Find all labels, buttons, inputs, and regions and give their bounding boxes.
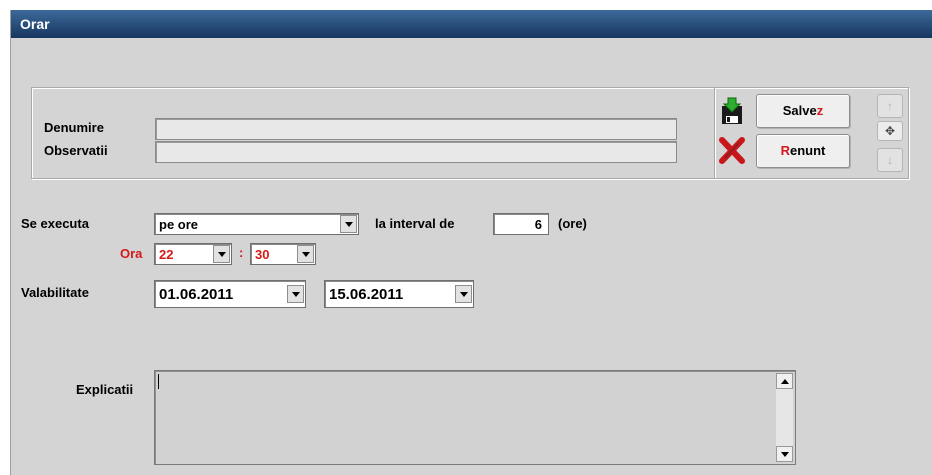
- hour-select[interactable]: 22: [154, 243, 232, 265]
- se-executa-value: pe ore: [159, 217, 199, 232]
- move-icon: ✥: [884, 124, 896, 138]
- denumire-label: Denumire: [44, 120, 104, 135]
- chevron-down-icon[interactable]: [297, 245, 314, 263]
- minute-value: 30: [255, 247, 270, 262]
- ora-label: Ora: [120, 246, 143, 261]
- arrow-down-icon: ↓: [887, 153, 893, 167]
- cancel-button-label: enunt: [790, 143, 826, 158]
- orar-window: Orar Denumire Observatii Salvez Renunt ↑…: [10, 10, 932, 475]
- cancel-button[interactable]: Renunt: [756, 134, 850, 168]
- denumire-field[interactable]: [155, 118, 677, 140]
- date-to-value: 15.06.2011: [329, 286, 404, 303]
- save-disk-icon: [717, 96, 747, 126]
- chevron-down-icon[interactable]: [455, 285, 472, 303]
- arrow-down-icon: [780, 451, 789, 457]
- interval-label: la interval de: [375, 216, 455, 231]
- se-executa-select[interactable]: pe ore: [154, 213, 359, 235]
- explicatii-label: Explicatii: [76, 382, 134, 397]
- window-title: Orar: [11, 10, 932, 38]
- time-separator: :: [239, 245, 244, 260]
- date-from-value: 01.06.2011: [159, 286, 234, 303]
- interval-unit: (ore): [558, 216, 587, 231]
- se-executa-label: Se executa: [21, 216, 89, 231]
- scroll-up-button[interactable]: [776, 373, 793, 389]
- save-button-label: Salve: [782, 103, 817, 118]
- save-button[interactable]: Salvez: [756, 94, 850, 128]
- arrow-up-icon: [780, 378, 789, 384]
- explicatii-textarea[interactable]: [154, 370, 796, 465]
- date-from-picker[interactable]: 01.06.2011: [154, 280, 306, 308]
- chevron-down-icon[interactable]: [213, 245, 230, 263]
- nav-down-button[interactable]: ↓: [877, 148, 903, 172]
- interval-input[interactable]: 6: [493, 213, 549, 235]
- hour-value: 22: [159, 247, 174, 262]
- observatii-field[interactable]: [155, 141, 677, 163]
- move-button[interactable]: ✥: [877, 121, 903, 141]
- observatii-label: Observatii: [44, 143, 108, 158]
- cancel-hotkey: R: [780, 143, 790, 158]
- chevron-down-icon[interactable]: [287, 285, 304, 303]
- red-x-icon: [717, 135, 747, 165]
- minute-select[interactable]: 30: [250, 243, 316, 265]
- header-group: Denumire Observatii Salvez Renunt ↑ ✥ ↓: [31, 87, 909, 179]
- arrow-up-icon: ↑: [887, 99, 893, 113]
- save-hotkey: z: [816, 103, 824, 118]
- chevron-down-icon[interactable]: [340, 215, 357, 233]
- vertical-scrollbar[interactable]: [776, 373, 793, 462]
- date-to-picker[interactable]: 15.06.2011: [324, 280, 474, 308]
- nav-up-button[interactable]: ↑: [877, 94, 903, 118]
- group-separator: [714, 88, 715, 178]
- scroll-down-button[interactable]: [776, 446, 793, 462]
- valabilitate-label: Valabilitate: [21, 285, 89, 300]
- text-caret: [158, 374, 159, 389]
